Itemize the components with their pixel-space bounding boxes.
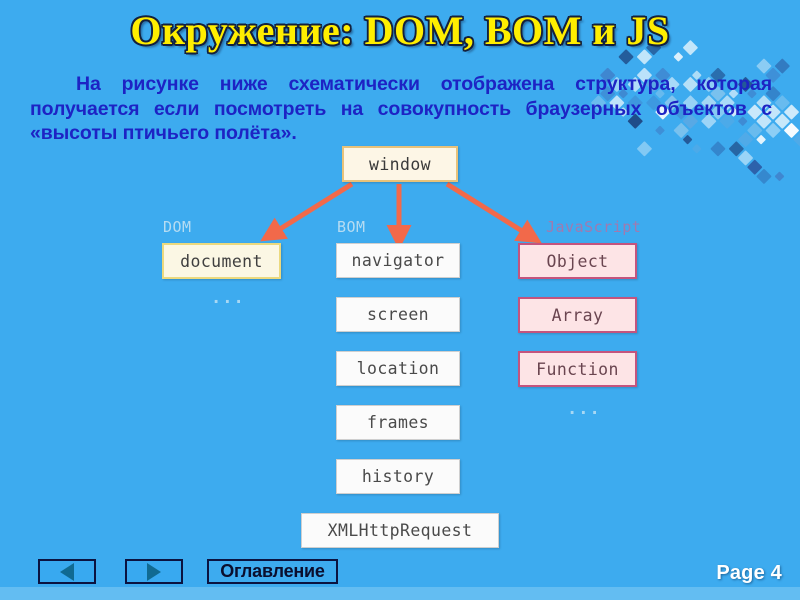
next-slide-button[interactable] [125, 559, 183, 584]
node-label: document [180, 252, 263, 271]
triangle-left-icon [60, 563, 74, 581]
node-label: Function [536, 360, 619, 379]
node-document[interactable]: document [162, 243, 281, 279]
column-label-dom: DOM [163, 218, 192, 236]
node-location[interactable]: location [336, 351, 460, 386]
page-number: Page 4 [716, 562, 782, 585]
node-label: XMLHttpRequest [328, 521, 473, 540]
node-label: location [357, 359, 440, 378]
column-label-bom: BOM [337, 218, 366, 236]
node-function[interactable]: Function [518, 351, 637, 387]
node-object[interactable]: Object [518, 243, 637, 279]
column-label-javascript: JavaScript [546, 218, 641, 236]
toc-button-label: Оглавление [220, 561, 324, 582]
ellipsis-dom: ... [211, 288, 245, 308]
node-xmlhttprequest[interactable]: XMLHttpRequest [301, 513, 499, 548]
node-screen[interactable]: screen [336, 297, 460, 332]
node-label: navigator [351, 251, 444, 270]
node-window[interactable]: window [342, 146, 458, 182]
node-label: Array [552, 306, 604, 325]
slide: Окружение: DOM, BOM и JS На рисунке ниже… [0, 0, 800, 600]
node-label: Object [546, 252, 608, 271]
node-frames[interactable]: frames [336, 405, 460, 440]
node-array[interactable]: Array [518, 297, 637, 333]
table-of-contents-button[interactable]: Оглавление [207, 559, 338, 584]
node-label: window [369, 155, 431, 174]
node-navigator[interactable]: navigator [336, 243, 460, 278]
node-history[interactable]: history [336, 459, 460, 494]
node-label: frames [367, 413, 429, 432]
previous-slide-button[interactable] [38, 559, 96, 584]
browser-object-diagram: window DOM BOM JavaScript document ... n… [0, 0, 800, 600]
bottom-band [0, 587, 800, 600]
node-label: screen [367, 305, 429, 324]
ellipsis-javascript: ... [567, 399, 601, 419]
node-label: history [362, 467, 434, 486]
triangle-right-icon [147, 563, 161, 581]
